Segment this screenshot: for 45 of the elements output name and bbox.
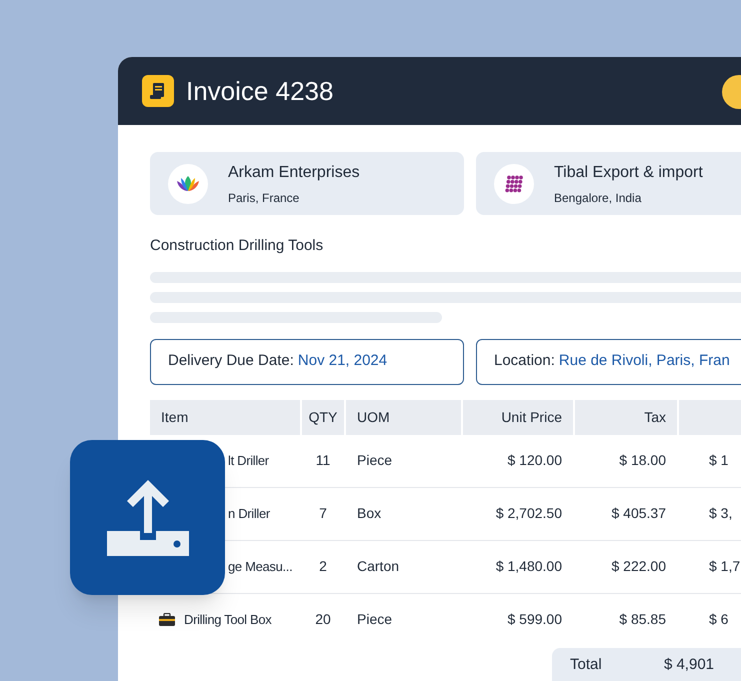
upload-button[interactable] bbox=[70, 440, 225, 595]
info-field[interactable]: Delivery Due Date: Nov 21, 2024 bbox=[150, 338, 464, 384]
column-header: Tax bbox=[575, 400, 677, 434]
amount-cell: $ 3, bbox=[709, 505, 732, 521]
tax-cell: $ 85.85 bbox=[619, 611, 666, 627]
uom-cell: Piece bbox=[357, 611, 392, 627]
item-name: Drilling Tool Box bbox=[184, 610, 272, 629]
qty-cell: 2 bbox=[319, 558, 327, 574]
party-name: Tibal Export & import bbox=[554, 162, 703, 182]
column-header: QTY bbox=[302, 400, 344, 434]
invoice-title: Invoice 4238 bbox=[186, 74, 334, 108]
amount-cell: $ 1 bbox=[709, 452, 728, 468]
total-value: $ 4,901 bbox=[664, 654, 714, 674]
uom-cell: Piece bbox=[357, 452, 392, 468]
amount-cell: $ 6 bbox=[709, 611, 728, 627]
uom-cell: Box bbox=[357, 505, 382, 521]
party-location: Bengalore, India bbox=[554, 190, 642, 206]
info-field[interactable]: Location: Rue de Rivoli, Paris, Fran bbox=[476, 338, 741, 384]
column-header: Item bbox=[150, 400, 300, 434]
unit-price-cell: $ 1,480.00 bbox=[496, 558, 562, 574]
lotus-logo-icon bbox=[175, 174, 201, 192]
party-name: Arkam Enterprises bbox=[228, 162, 360, 182]
unit-price-cell: $ 120.00 bbox=[508, 452, 562, 468]
total-label: Total bbox=[570, 654, 602, 674]
item-name: n Driller bbox=[228, 504, 270, 523]
tax-cell: $ 405.37 bbox=[612, 505, 666, 521]
item-name: ge Measu... bbox=[228, 558, 292, 576]
amount-cell: $ 1,7 bbox=[709, 558, 740, 574]
description-text: Construction Drilling Tools bbox=[150, 236, 324, 256]
tax-cell: $ 18.00 bbox=[619, 452, 666, 468]
qty-cell: 7 bbox=[319, 505, 327, 521]
unit-price-cell: $ 2,702.50 bbox=[496, 505, 562, 521]
dot-grid-logo-icon bbox=[505, 174, 523, 192]
upload-icon bbox=[106, 478, 188, 558]
tax-cell: $ 222.00 bbox=[612, 558, 666, 574]
toolbox-icon bbox=[158, 612, 176, 626]
receipt-icon bbox=[142, 75, 174, 107]
item-name: lt Driller bbox=[228, 452, 269, 470]
qty-cell: 20 bbox=[315, 611, 331, 627]
qty-cell: 11 bbox=[316, 452, 330, 468]
unit-price-cell: $ 599.00 bbox=[508, 611, 562, 627]
column-header: UOM bbox=[346, 400, 461, 434]
column-header: Unit Price bbox=[463, 400, 573, 434]
party-location: Paris, France bbox=[228, 190, 300, 206]
uom-cell: Carton bbox=[357, 558, 400, 574]
